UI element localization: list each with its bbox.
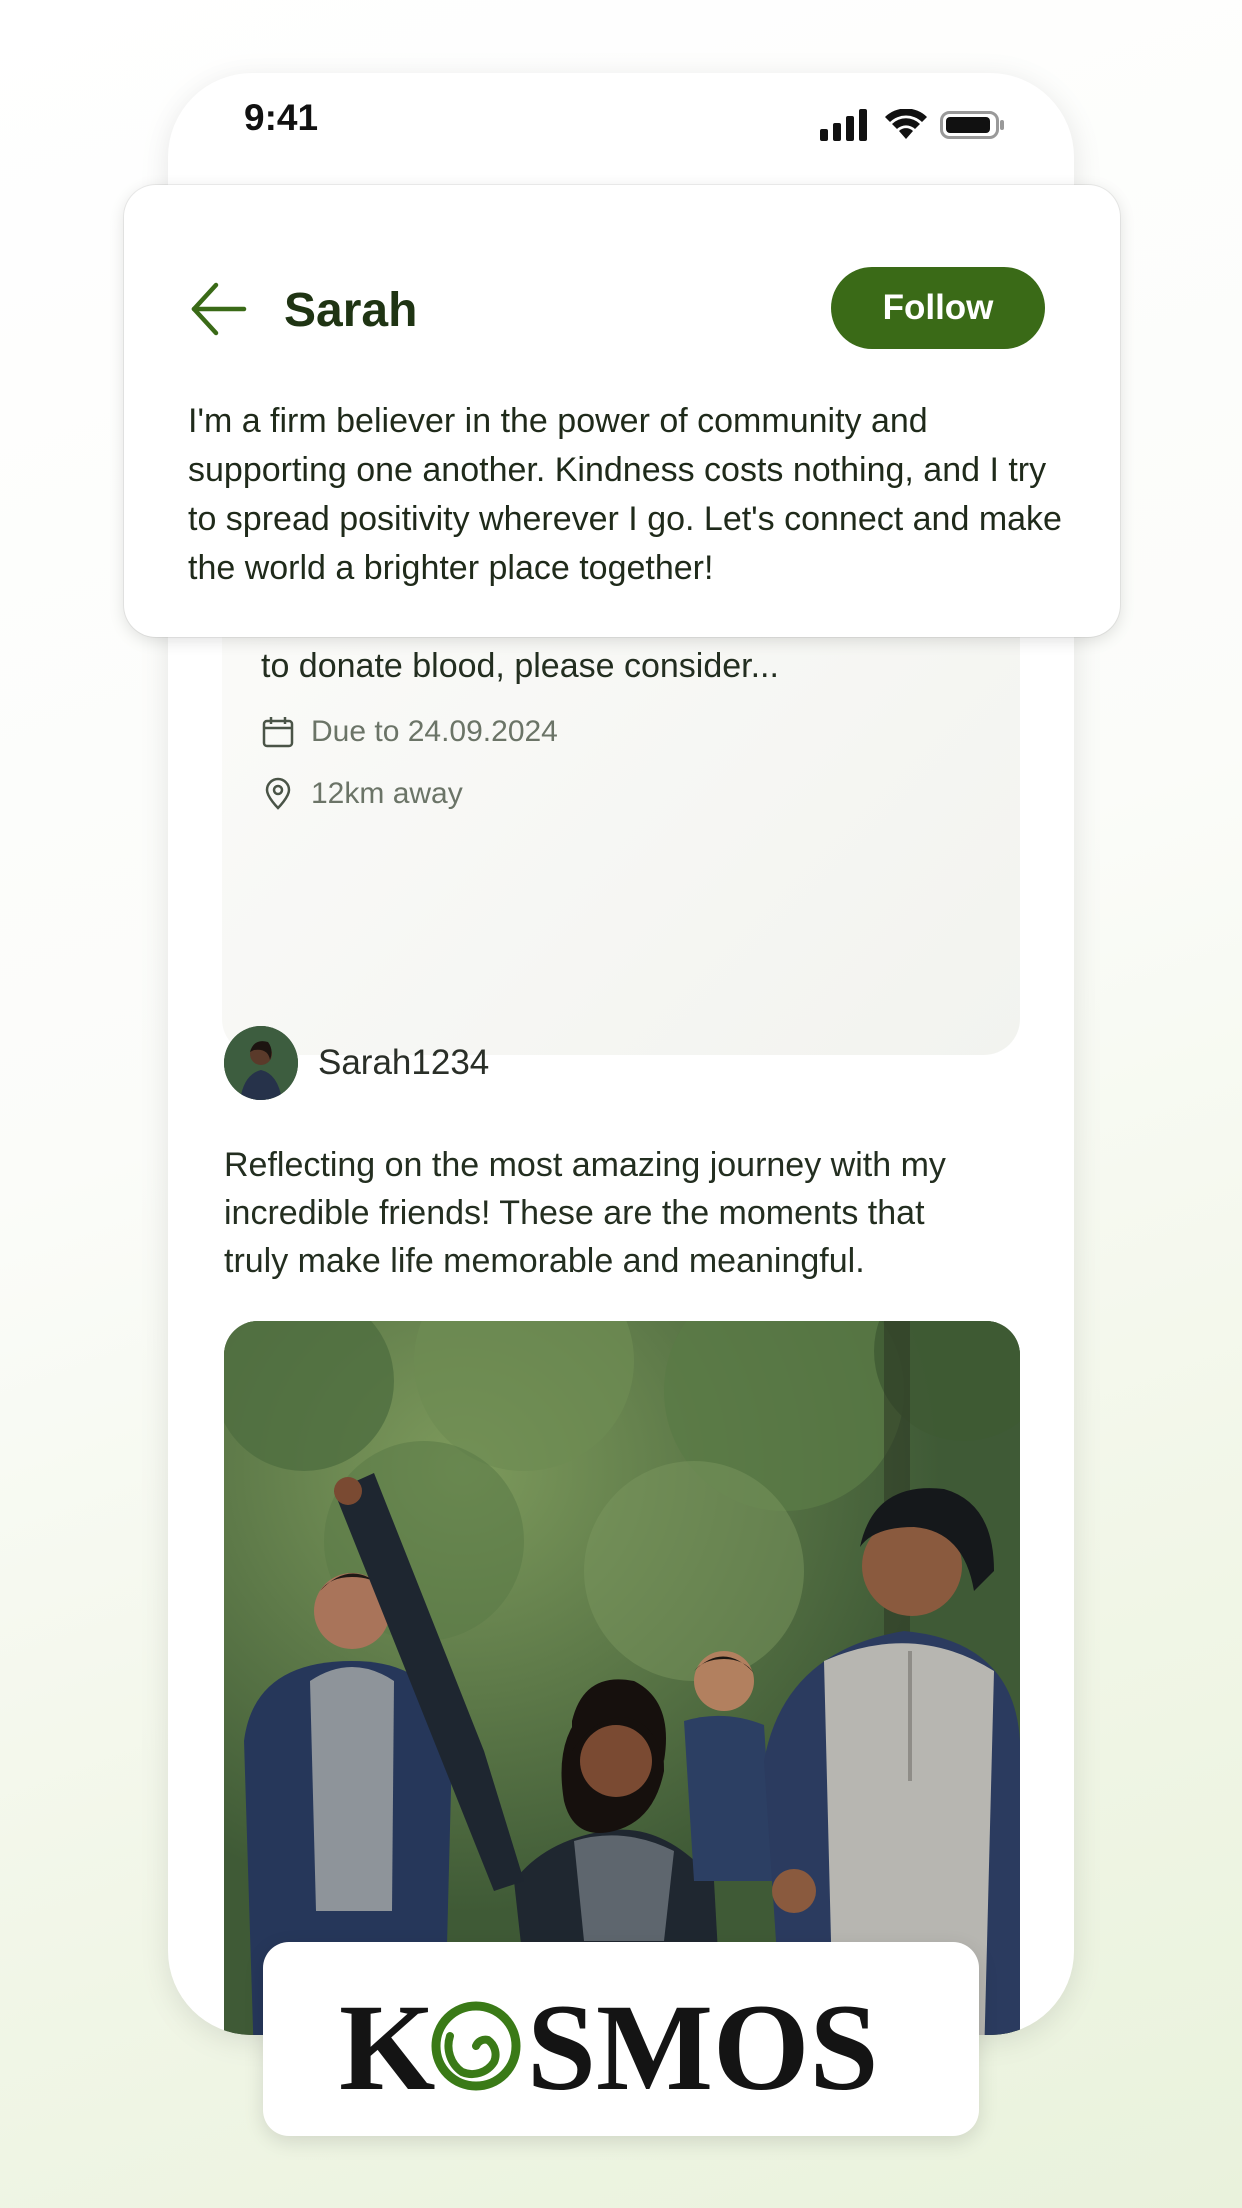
brand-logo: K SMOS — [263, 1942, 979, 2136]
request-distance-row: 12km away — [261, 777, 463, 811]
back-button[interactable] — [186, 277, 250, 341]
battery-icon — [940, 111, 1004, 139]
profile-header-card: Sarah Follow I'm a firm believer in the … — [124, 185, 1120, 637]
avatar[interactable] — [224, 1026, 298, 1100]
request-due-row: Due to 24.09.2024 — [261, 715, 558, 749]
cellular-signal-icon — [820, 109, 867, 141]
profile-name: Sarah — [284, 284, 418, 337]
author-username[interactable]: Sarah1234 — [318, 1043, 489, 1083]
follow-button[interactable]: Follow — [831, 267, 1045, 349]
request-distance: 12km away — [311, 777, 463, 810]
avatar-image — [224, 1026, 298, 1100]
post-photo[interactable] — [224, 1321, 1020, 2035]
location-pin-icon — [265, 777, 291, 810]
post-caption: Reflecting on the most amazing journey w… — [224, 1146, 946, 1280]
profile-bio: I'm a firm believer in the power of comm… — [188, 402, 1062, 587]
logo-letter-k: K — [339, 1979, 435, 2116]
status-time: 9:41 — [244, 97, 319, 138]
kosmos-logo: K SMOS — [339, 1979, 878, 2116]
arrow-left-icon — [191, 282, 247, 336]
request-due-date: Due to 24.09.2024 — [311, 715, 558, 748]
spiral-icon — [431, 2001, 521, 2091]
calendar-icon — [262, 717, 294, 748]
status-icons — [820, 109, 1006, 141]
wifi-icon — [885, 109, 927, 139]
logo-letters-smos: SMOS — [527, 1979, 878, 2116]
post-author[interactable]: Sarah1234 — [224, 1026, 489, 1100]
hiking-friends-photo — [224, 1321, 1020, 2035]
